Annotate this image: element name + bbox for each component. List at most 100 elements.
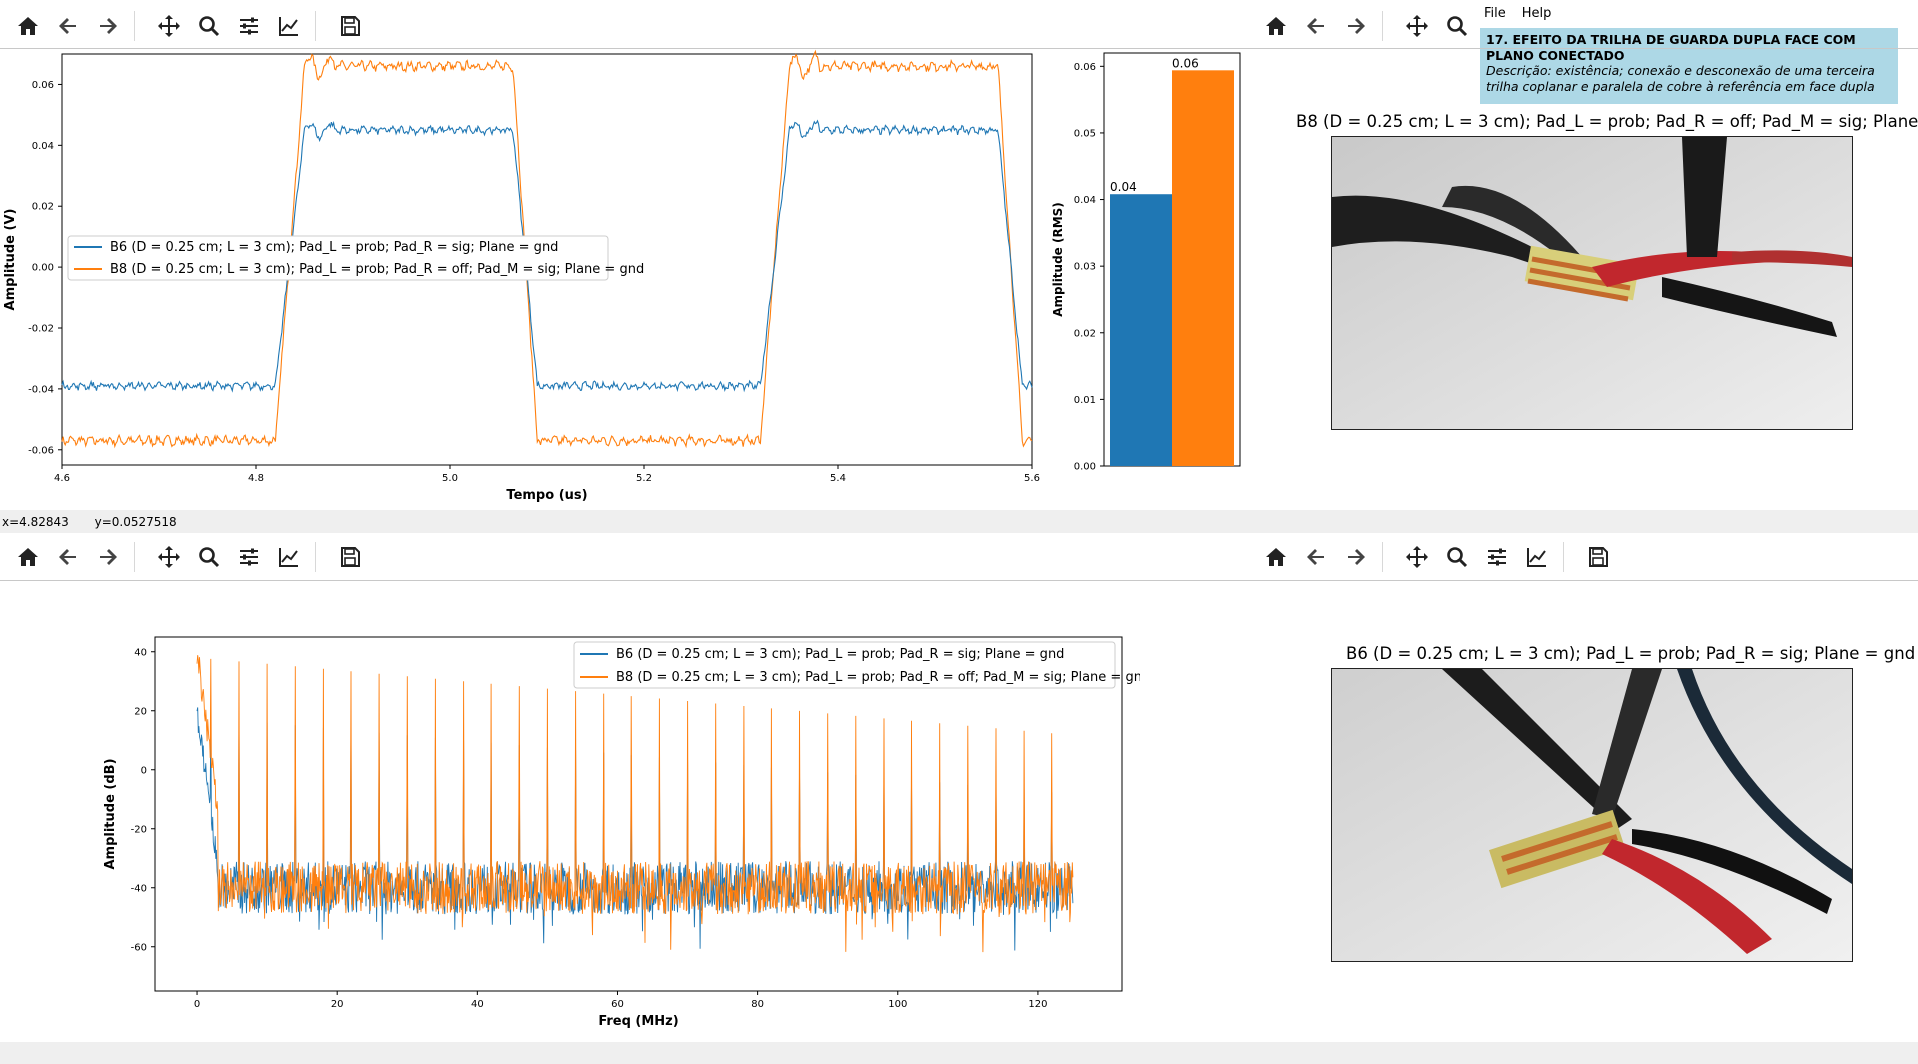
menu-bar: File Help [1484, 6, 1551, 21]
pan-button[interactable] [149, 6, 189, 46]
x-tick-label: 40 [471, 999, 484, 1010]
x-tick-label: 4.8 [248, 473, 264, 484]
toolbar-top-left [8, 2, 370, 50]
y-tick-label: -20 [131, 824, 147, 835]
save-button[interactable] [330, 6, 370, 46]
x-tick-label: 5.2 [636, 473, 652, 484]
legend: B6 (D = 0.25 cm; L = 3 cm); Pad_L = prob… [67, 235, 644, 281]
y-tick-label: -0.02 [28, 324, 54, 335]
legend-label-b6: B6 (D = 0.25 cm; L = 3 cm); Pad_L = prob… [616, 647, 1064, 662]
zoom-button[interactable] [189, 537, 229, 577]
home-button[interactable] [1256, 537, 1296, 577]
x-tick-label: 0 [194, 999, 200, 1010]
back-icon [59, 18, 76, 34]
edit-axis-button[interactable] [269, 537, 309, 577]
x-axis-label: Freq (MHz) [598, 1014, 678, 1029]
pan-button[interactable] [149, 537, 189, 577]
forward-button[interactable] [88, 6, 128, 46]
y-tick-label: 20 [134, 706, 147, 717]
toolbar-separator [1382, 542, 1397, 572]
y-tick-label: 0.05 [1074, 128, 1096, 139]
back-button[interactable] [1296, 537, 1336, 577]
home-icon [1266, 548, 1286, 566]
forward-button[interactable] [88, 537, 128, 577]
zoom-icon [199, 547, 220, 568]
y-tick-label: 0.06 [1074, 62, 1096, 73]
y-tick-label: 0.00 [1074, 462, 1096, 473]
edit-axis-icon [1527, 548, 1546, 567]
note-description: Descrição: existência; conexão e descone… [1486, 63, 1875, 94]
bar-1 [1110, 194, 1172, 466]
y-axis-label: Amplitude (dB) [103, 758, 118, 869]
status-bar-bg [0, 510, 1918, 533]
zoom-icon [1447, 547, 1468, 568]
home-button[interactable] [8, 537, 48, 577]
legend-label-b8: B8 (D = 0.25 cm; L = 3 cm); Pad_L = prob… [110, 262, 644, 277]
forward-button[interactable] [1336, 6, 1376, 46]
forward-button[interactable] [1336, 537, 1376, 577]
forward-icon [1348, 549, 1365, 565]
y-tick-label: -40 [131, 883, 147, 894]
pan-button[interactable] [1397, 537, 1437, 577]
configure-icon [240, 548, 258, 566]
y-tick-label: -0.06 [28, 445, 54, 456]
save-button[interactable] [1578, 537, 1618, 577]
edit-axis-button[interactable] [269, 6, 309, 46]
menu-help[interactable]: Help [1522, 6, 1552, 21]
y-tick-label: -0.04 [28, 384, 54, 395]
configure-button[interactable] [229, 537, 269, 577]
forward-icon [100, 549, 117, 565]
board-photo-top-image [1332, 137, 1852, 429]
frequency-chart[interactable]: 0 20 40 60 80 100 120 -60 -40 -20 0 20 40 Freq (MHz) A… [0, 580, 1140, 1040]
toolbar-bottom-right [1256, 533, 1618, 581]
toolbar-separator [1563, 542, 1578, 572]
edit-axis-button[interactable] [1517, 537, 1557, 577]
legend-label-b8: B8 (D = 0.25 cm; L = 3 cm); Pad_L = prob… [616, 670, 1140, 685]
zoom-button[interactable] [1437, 6, 1477, 46]
board-photo-bottom [1331, 668, 1853, 962]
save-icon [341, 16, 360, 36]
experiment-note: 17. EFEITO DA TRILHA DE GUARDA DUPLA FAC… [1480, 28, 1898, 104]
back-button[interactable] [48, 6, 88, 46]
forward-icon [100, 18, 117, 34]
pan-icon [1406, 15, 1428, 37]
x-tick-label: 5.6 [1024, 473, 1040, 484]
home-button[interactable] [1256, 6, 1296, 46]
rms-bar-chart[interactable]: 0.04 0.06 0.00 0.01 0.02 0.03 0.04 0.05 0.06 Ampl… [1040, 48, 1260, 510]
configure-button[interactable] [1477, 537, 1517, 577]
back-icon [1307, 549, 1324, 565]
configure-button[interactable] [229, 6, 269, 46]
pan-icon [1406, 546, 1428, 568]
menu-file[interactable]: File [1484, 6, 1506, 21]
zoom-button[interactable] [189, 6, 229, 46]
zoom-button[interactable] [1437, 537, 1477, 577]
time-domain-chart[interactable]: 4.6 4.8 5.0 5.2 5.4 5.6 -0.06 -0.04 -0.02 0.00 0.0… [0, 48, 1060, 510]
back-button[interactable] [1296, 6, 1336, 46]
back-button[interactable] [48, 537, 88, 577]
x-tick-label: 5.0 [442, 473, 458, 484]
y-tick-label: -60 [131, 942, 147, 953]
y-axis-label: Amplitude (RMS) [1051, 202, 1065, 317]
x-axis-label: Tempo (us) [506, 488, 587, 503]
pan-button[interactable] [1397, 6, 1437, 46]
x-tick-label: 5.4 [830, 473, 846, 484]
y-tick-label: 0.03 [1074, 262, 1096, 273]
home-icon [1266, 17, 1286, 35]
save-button[interactable] [330, 537, 370, 577]
y-tick-label: 40 [134, 647, 147, 658]
zoom-icon [199, 16, 220, 37]
bar-value-label-1: 0.04 [1110, 180, 1137, 194]
toolbar-separator [134, 542, 149, 572]
y-tick-label: 0.04 [1074, 195, 1096, 206]
plot-area [154, 636, 1123, 992]
save-icon [341, 547, 360, 567]
x-tick-label: 20 [331, 999, 344, 1010]
zoom-icon [1447, 16, 1468, 37]
y-tick-label: 0.02 [32, 202, 54, 213]
edit-axis-icon [279, 548, 298, 567]
forward-icon [1348, 18, 1365, 34]
toolbar-separator [1382, 11, 1397, 41]
toolbar-separator [315, 11, 330, 41]
home-button[interactable] [8, 6, 48, 46]
x-tick-label: 120 [1028, 999, 1047, 1010]
